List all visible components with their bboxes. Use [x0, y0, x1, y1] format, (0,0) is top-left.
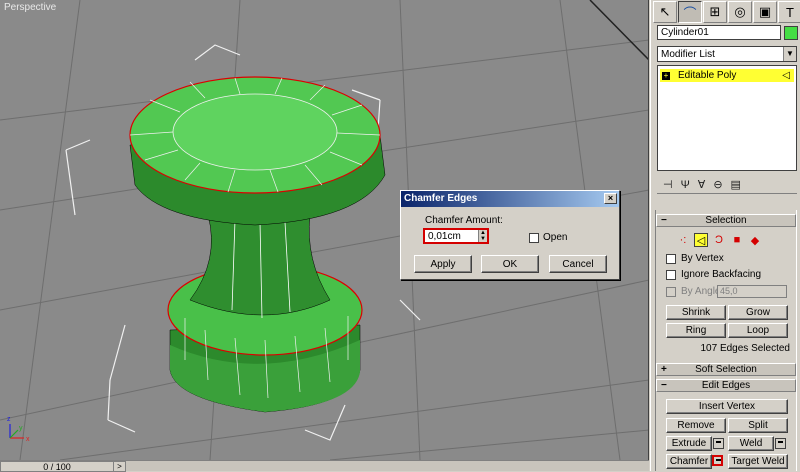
target-weld-button[interactable]: Target Weld — [728, 454, 788, 469]
expand-icon: + — [661, 364, 667, 375]
remove-button[interactable]: Remove — [666, 418, 726, 433]
object-color-swatch[interactable] — [784, 26, 798, 40]
ring-button[interactable]: Ring — [666, 323, 726, 338]
modifier-stack[interactable]: + Editable Poly ◁ — [657, 65, 797, 171]
ignore-backfacing-label: Ignore Backfacing — [681, 269, 762, 280]
element-icon[interactable]: ◆ — [748, 233, 762, 247]
display-icon: ▣ — [758, 4, 772, 19]
motion-icon: ◎ — [734, 4, 746, 19]
extrude-button[interactable]: Extrude — [666, 436, 712, 451]
stack-item-editable-poly[interactable]: + Editable Poly ◁ — [660, 69, 794, 82]
stack-toolbar: ⊣ Ψ ∀ ⊖ ▤ — [657, 176, 797, 194]
by-vertex-row[interactable]: By Vertex — [666, 253, 724, 264]
time-slider[interactable]: 0 / 100 > — [0, 461, 126, 472]
collapse-icon: − — [661, 380, 667, 391]
axis-z-label: z — [7, 416, 11, 423]
pin-stack-icon[interactable]: ⊣ — [663, 178, 673, 191]
modify-tab[interactable]: ⌒ — [678, 1, 702, 23]
expand-icon[interactable]: + — [662, 71, 670, 80]
chamfer-button[interactable]: Chamfer — [666, 454, 712, 469]
modifier-list-dropdown[interactable]: Modifier List ▼ — [657, 46, 797, 62]
vertex-icon[interactable]: ·: — [676, 233, 690, 247]
create-tab[interactable]: ↖ — [653, 1, 677, 23]
extrude-settings-icon[interactable] — [713, 438, 724, 449]
open-label: Open — [543, 232, 568, 243]
selection-title: Selection — [705, 215, 747, 226]
edit-edges-title: Edit Edges — [701, 380, 751, 391]
collapse-icon: − — [661, 215, 667, 226]
make-unique-icon[interactable]: ∀ — [698, 178, 706, 191]
border-icon[interactable]: Ɔ — [712, 233, 726, 247]
by-vertex-checkbox[interactable] — [666, 253, 676, 264]
configure-sets-icon[interactable]: ▤ — [731, 178, 741, 191]
chevron-down-icon[interactable]: ▼ — [783, 47, 796, 61]
display-tab[interactable]: ▣ — [753, 1, 777, 23]
ignore-backfacing-row[interactable]: Ignore Backfacing — [666, 269, 761, 280]
ok-button[interactable]: OK — [481, 255, 539, 273]
weld-button[interactable]: Weld — [728, 436, 774, 451]
by-angle-row[interactable]: By Angle: — [666, 286, 723, 297]
chamfer-edges-dialog: Chamfer Edges × Chamfer Amount: 0,01cm ▲… — [400, 190, 620, 280]
edit-edges-rollout-header[interactable]: − Edit Edges — [656, 379, 796, 392]
selection-status: 107 Edges Selected — [700, 343, 790, 354]
by-angle-checkbox[interactable] — [666, 286, 676, 297]
chamfer-amount-input[interactable]: 0,01cm — [425, 231, 478, 242]
subobject-selector: ·: ◁ Ɔ ■ ◆ — [676, 233, 762, 247]
apply-button[interactable]: Apply — [414, 255, 472, 273]
dialog-titlebar[interactable]: Chamfer Edges × — [401, 191, 619, 207]
open-option[interactable]: Open — [529, 232, 567, 243]
grid-axis-line — [589, 0, 648, 61]
hierarchy-tab[interactable]: ⊞ — [703, 1, 727, 23]
next-frame-button[interactable]: > — [113, 462, 125, 471]
command-panel: ↖ ⌒ ⊞ ◎ ▣ T Cylinder01 Modifier List ▼ +… — [650, 0, 800, 471]
open-checkbox[interactable] — [529, 232, 539, 243]
chamfer-amount-spinner[interactable]: 0,01cm ▲ ▼ — [423, 228, 489, 244]
split-button[interactable]: Split — [728, 418, 788, 433]
time-position: 0 / 100 — [43, 461, 71, 472]
dialog-title: Chamfer Edges — [404, 193, 478, 204]
weld-settings-icon[interactable] — [775, 438, 786, 449]
edge-icon[interactable]: ◁ — [694, 233, 708, 247]
axis-y-label: y — [19, 425, 23, 432]
create-icon: ↖ — [659, 4, 671, 19]
axis-x-label: x — [26, 436, 30, 443]
modify-icon: ⌒ — [683, 5, 697, 21]
chamfer-amount-label: Chamfer Amount: — [425, 215, 503, 226]
motion-tab[interactable]: ◎ — [728, 1, 752, 23]
loop-button[interactable]: Loop — [728, 323, 788, 338]
grow-button[interactable]: Grow — [728, 305, 788, 320]
selection-rollout-header[interactable]: − Selection — [656, 214, 796, 227]
rollout-area: − Selection ·: ◁ Ɔ ■ ◆ By Vertex Ignore … — [655, 210, 797, 471]
close-icon[interactable]: × — [604, 193, 617, 204]
viewport-label[interactable]: Perspective — [4, 2, 56, 13]
shrink-button[interactable]: Shrink — [666, 305, 726, 320]
soft-selection-title: Soft Selection — [695, 364, 757, 375]
spinner-arrows-icon[interactable]: ▲ ▼ — [478, 230, 487, 242]
object-name-field[interactable]: Cylinder01 — [657, 25, 781, 40]
chamfer-settings-icon[interactable] — [712, 455, 723, 466]
cancel-button[interactable]: Cancel — [549, 255, 607, 273]
utilities-tab[interactable]: T — [778, 1, 800, 23]
angle-field[interactable]: 45,0 — [717, 285, 787, 298]
timeline-bar: 0 / 100 > — [0, 460, 649, 472]
edge-mode-icon: ◁ — [782, 70, 790, 81]
remove-modifier-icon[interactable]: ⊖ — [713, 178, 722, 191]
command-tabs: ↖ ⌒ ⊞ ◎ ▣ T — [653, 1, 800, 23]
show-end-result-icon[interactable]: Ψ — [681, 179, 690, 191]
utilities-icon: T — [786, 4, 794, 20]
stack-item-label: Editable Poly — [678, 70, 737, 81]
insert-vertex-button[interactable]: Insert Vertex — [666, 399, 788, 414]
ignore-backfacing-checkbox[interactable] — [666, 269, 676, 280]
soft-selection-rollout-header[interactable]: + Soft Selection — [656, 363, 796, 376]
top-disc-inner — [172, 93, 338, 171]
modifier-list-label: Modifier List — [661, 48, 715, 60]
by-vertex-label: By Vertex — [681, 253, 724, 264]
hierarchy-icon: ⊞ — [709, 4, 721, 19]
polygon-icon[interactable]: ■ — [730, 233, 744, 247]
